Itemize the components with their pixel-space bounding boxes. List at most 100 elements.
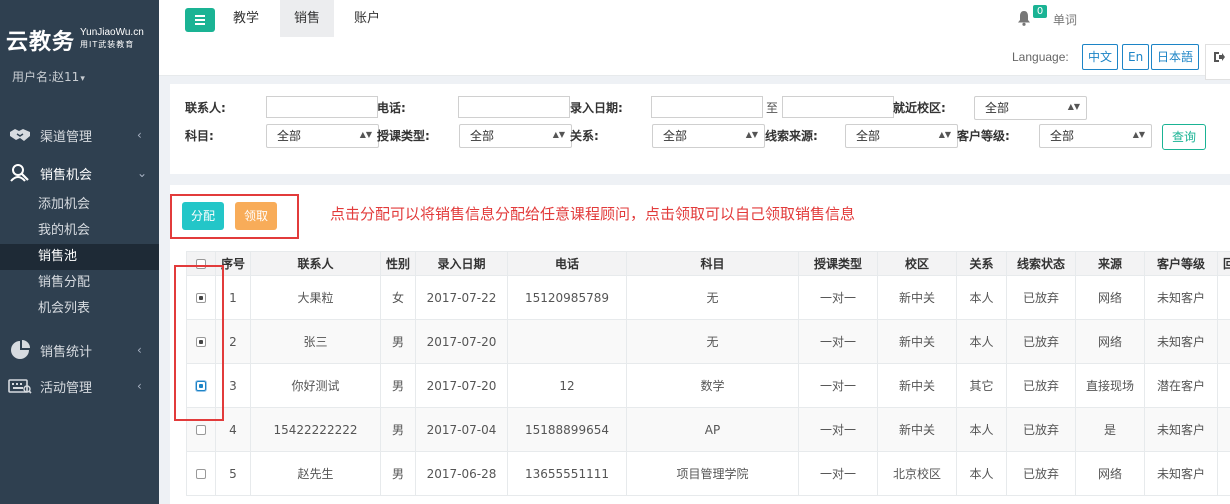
cell-status: 已放弃 bbox=[1006, 275, 1076, 320]
column-header: 科目 bbox=[626, 251, 799, 276]
language-ja-button[interactable]: 日本語 bbox=[1151, 44, 1200, 70]
row-select-cell[interactable] bbox=[186, 363, 216, 408]
cell-status: 已放弃 bbox=[1006, 407, 1076, 452]
contact-label: 联系人: bbox=[185, 101, 226, 115]
filter-panel: 联系人: 电话: 录入日期: 至 就近校区: 全部 ▲▼ 科目: 全部 ▲▼ 授课类… bbox=[170, 84, 1230, 174]
brand-logo[interactable]: 云教务 YunJiaoWu.cn 用IT武装教育 bbox=[6, 24, 144, 56]
relation-select-value: 全部 bbox=[663, 129, 688, 143]
row-checkbox[interactable] bbox=[196, 293, 206, 303]
annotation-hint: 点击分配可以将销售信息分配给任意课程顾问，点击领取可以自己领取销售信息 bbox=[330, 205, 856, 223]
teach-type-select-value: 全部 bbox=[470, 129, 495, 143]
campus-select-value: 全部 bbox=[985, 101, 1010, 115]
top-bar: 教学 销售 账户 0 单词 Language: 中文 En 日本語 bbox=[159, 0, 1230, 80]
cell-no: 2 bbox=[215, 319, 251, 364]
cell-level: 未知客户 bbox=[1144, 319, 1218, 364]
phone-input[interactable] bbox=[458, 96, 570, 118]
user-menu[interactable]: 用户名:赵11▾ bbox=[12, 68, 85, 85]
select-arrow-icon: ▲▼ bbox=[552, 130, 565, 139]
cell-visits: 1 bbox=[1217, 451, 1230, 496]
word-link[interactable]: 单词 bbox=[1053, 11, 1077, 28]
subnav-sales-assignment[interactable]: 销售分配 bbox=[0, 270, 159, 296]
subnav-sales-pool[interactable]: 销售池 bbox=[0, 244, 159, 270]
row-checkbox[interactable] bbox=[196, 469, 206, 479]
row-select-cell[interactable] bbox=[186, 451, 216, 496]
select-all-cell[interactable] bbox=[186, 251, 216, 276]
nav-group-activity[interactable]: 活动管理 ‹ bbox=[0, 368, 159, 404]
relation-select[interactable]: 全部 ▲▼ bbox=[652, 124, 765, 148]
cell-no: 5 bbox=[215, 451, 251, 496]
entry-date-start-input[interactable] bbox=[651, 96, 763, 118]
table-row[interactable]: 5 赵先生 男 2017-06-28 13655551111 项目管理学院 一对… bbox=[186, 451, 1230, 496]
cell-contact: 你好测试 bbox=[250, 363, 381, 408]
language-en-button[interactable]: En bbox=[1122, 44, 1150, 70]
cell-date: 2017-07-20 bbox=[415, 319, 508, 364]
cell-teach-type: 一对一 bbox=[798, 407, 878, 452]
brand-tagline: 用IT武装教育 bbox=[80, 40, 135, 49]
subject-select[interactable]: 全部 ▲▼ bbox=[266, 124, 379, 148]
notification-button[interactable]: 0 bbox=[1017, 5, 1047, 30]
entry-date-end-input[interactable] bbox=[782, 96, 894, 118]
menu-toggle-button[interactable] bbox=[185, 8, 215, 32]
cell-relation: 本人 bbox=[956, 451, 1007, 496]
row-select-cell[interactable] bbox=[186, 275, 216, 320]
phone-label: 电话: bbox=[377, 101, 406, 115]
subnav-opportunity-list[interactable]: 机会列表 bbox=[0, 296, 159, 322]
cell-gender: 男 bbox=[380, 451, 416, 496]
cell-subject: 项目管理学院 bbox=[626, 451, 799, 496]
cell-visits: 0 bbox=[1217, 407, 1230, 452]
contact-input[interactable] bbox=[266, 96, 378, 118]
sign-out-icon bbox=[1213, 52, 1225, 62]
table-row[interactable]: 1 大果粒 女 2017-07-22 15120985789 无 一对一 新中关… bbox=[186, 275, 1230, 320]
select-all-checkbox[interactable] bbox=[196, 259, 206, 269]
campus-select[interactable]: 全部 ▲▼ bbox=[974, 96, 1087, 120]
subnav-my-opportunities[interactable]: 我的机会 bbox=[0, 218, 159, 244]
row-checkbox[interactable] bbox=[196, 425, 206, 435]
cell-status: 已放弃 bbox=[1006, 363, 1076, 408]
sales-pool-panel: 分配 领取 点击分配可以将销售信息分配给任意课程顾问，点击领取可以自己领取销售信… bbox=[170, 185, 1230, 504]
cell-relation: 其它 bbox=[956, 363, 1007, 408]
language-zh-button[interactable]: 中文 bbox=[1082, 44, 1119, 70]
assign-button[interactable]: 分配 bbox=[182, 202, 224, 230]
table-header-row: 序号 联系人 性别 录入日期 电话 科目 授课类型 校区 关系 线索状态 来源 … bbox=[186, 251, 1230, 276]
row-checkbox[interactable] bbox=[196, 337, 206, 347]
table-row[interactable]: 3 你好测试 男 2017-07-20 12 数学 一对一 新中关 其它 已放弃… bbox=[186, 363, 1230, 408]
teach-type-select[interactable]: 全部 ▲▼ bbox=[459, 124, 572, 148]
tab-teaching[interactable]: 教学 bbox=[219, 0, 273, 37]
brand-name: 云教务 bbox=[6, 30, 76, 55]
nav-label: 活动管理 bbox=[40, 380, 93, 396]
logout-button[interactable] bbox=[1205, 44, 1230, 80]
tab-account[interactable]: 账户 bbox=[340, 0, 394, 37]
claim-button[interactable]: 领取 bbox=[235, 202, 277, 230]
nav-group-channel[interactable]: 渠道管理 ‹ bbox=[0, 117, 159, 153]
subnav-add-opportunity[interactable]: 添加机会 bbox=[0, 192, 159, 218]
customer-level-select[interactable]: 全部 ▲▼ bbox=[1039, 124, 1152, 148]
select-arrow-icon: ▲▼ bbox=[938, 130, 951, 139]
nav-label: 渠道管理 bbox=[40, 129, 93, 145]
sales-opportunity-submenu: 添加机会 我的机会 销售池 销售分配 机会列表 bbox=[0, 192, 159, 322]
relation-label: 关系: bbox=[570, 129, 599, 143]
column-header: 来源 bbox=[1075, 251, 1145, 276]
cell-level: 未知客户 bbox=[1144, 275, 1218, 320]
row-select-cell[interactable] bbox=[186, 407, 216, 452]
lead-source-label: 线索来源: bbox=[765, 129, 818, 143]
cell-visits: 0 bbox=[1217, 363, 1230, 408]
cell-campus: 新中关 bbox=[877, 363, 957, 408]
cell-phone: 15188899654 bbox=[507, 407, 627, 452]
cell-subject: 数学 bbox=[626, 363, 799, 408]
table-row[interactable]: 4 15422222222 男 2017-07-04 15188899654 A… bbox=[186, 407, 1230, 452]
query-button[interactable]: 查询 bbox=[1162, 124, 1206, 150]
language-label: Language: bbox=[1012, 50, 1069, 64]
nav-group-sales-opportunity[interactable]: 销售机会 ⌄ bbox=[0, 155, 159, 191]
tab-sales[interactable]: 销售 bbox=[280, 0, 335, 37]
column-header: 联系人 bbox=[250, 251, 381, 276]
column-header: 电话 bbox=[507, 251, 627, 276]
row-checkbox[interactable] bbox=[196, 381, 206, 391]
chevron-down-icon: ⌄ bbox=[137, 166, 148, 180]
lead-source-select[interactable]: 全部 ▲▼ bbox=[845, 124, 958, 148]
handshake-icon bbox=[0, 127, 40, 143]
table-row[interactable]: 2 张三 男 2017-07-20 无 一对一 新中关 本人 已放弃 网络 未知… bbox=[186, 319, 1230, 364]
row-select-cell[interactable] bbox=[186, 319, 216, 364]
cell-date: 2017-07-20 bbox=[415, 363, 508, 408]
nav-group-sales-stats[interactable]: 销售统计 ‹ bbox=[0, 332, 159, 368]
cell-campus: 新中关 bbox=[877, 407, 957, 452]
